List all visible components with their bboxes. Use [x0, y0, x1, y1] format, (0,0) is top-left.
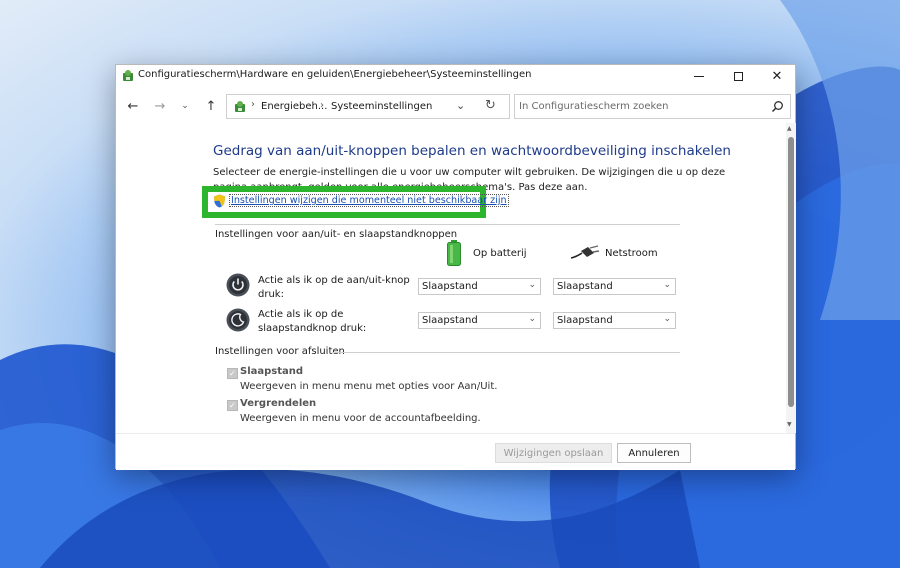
breadcrumb-system-settings[interactable]: Systeeminstellingen: [331, 101, 432, 112]
arrow-left-icon: ←: [127, 98, 139, 114]
lock-option-title: Vergrendelen: [240, 398, 317, 409]
up-button[interactable]: ↑: [201, 97, 221, 115]
search-input[interactable]: In Configuratiescherm zoeken: [514, 94, 791, 119]
select-value: Slaapstand: [557, 315, 613, 326]
footer-bar: Wijzigingen opslaan Annuleren: [116, 433, 795, 470]
recent-locations-button[interactable]: ⌄: [175, 97, 195, 115]
select-value: Slaapstand: [422, 281, 478, 292]
breadcrumb-separator[interactable]: ›: [320, 100, 324, 111]
control-panel-window: Configuratiescherm\Hardware en geluiden\…: [115, 64, 796, 470]
minimize-button[interactable]: [680, 65, 718, 87]
section-heading-shutdown: Instellingen voor afsluiten: [215, 346, 345, 357]
section-heading-buttons: Instellingen voor aan/uit- en slaapstand…: [215, 229, 458, 240]
control-panel-icon: [123, 70, 133, 81]
main-content: Gedrag van aan/uit-knoppen bepalen en wa…: [116, 123, 786, 433]
breadcrumb-separator[interactable]: ›: [251, 99, 255, 110]
sleep-button-mains-select[interactable]: Slaapstand ⌄: [553, 312, 676, 329]
refresh-icon[interactable]: ↻: [485, 98, 496, 113]
close-button[interactable]: ✕: [758, 65, 796, 87]
sleep-option-description: Weergeven in menu menu met opties voor A…: [240, 381, 498, 392]
maximize-button[interactable]: [719, 65, 757, 87]
maximize-icon: [733, 71, 743, 81]
checkmark-icon: ✓: [229, 369, 236, 378]
scroll-down-icon[interactable]: ▼: [787, 421, 792, 428]
control-panel-icon: [235, 101, 245, 112]
sleep-button-icon: [226, 308, 250, 332]
sleep-button-action-label: Actie als ik op de slaapstandknop druk:: [258, 309, 367, 334]
column-plugged-in: Netstroom: [605, 248, 658, 259]
close-icon: ✕: [771, 68, 783, 84]
uac-shield-icon: [214, 194, 225, 208]
select-value: Slaapstand: [557, 281, 613, 292]
breadcrumb-power-options[interactable]: Energiebeh...: [261, 101, 327, 112]
title-bar: Configuratiescherm\Hardware en geluiden\…: [116, 65, 795, 87]
back-button[interactable]: ←: [123, 97, 143, 115]
power-button-icon: [226, 273, 250, 297]
power-button-mains-select[interactable]: Slaapstand ⌄: [553, 278, 676, 295]
save-changes-button[interactable]: Wijzigingen opslaan: [495, 443, 612, 463]
search-icon[interactable]: [771, 100, 784, 113]
cancel-button[interactable]: Annuleren: [617, 443, 691, 463]
scroll-up-icon[interactable]: ▲: [787, 125, 792, 132]
sleep-button-battery-select[interactable]: Slaapstand ⌄: [418, 312, 541, 329]
chevron-down-icon: ⌄: [528, 280, 536, 290]
vertical-scrollbar[interactable]: ▲ ▼: [786, 123, 796, 433]
forward-button[interactable]: →: [150, 97, 170, 115]
page-title: Gedrag van aan/uit-knoppen bepalen en wa…: [213, 143, 731, 159]
column-on-battery: Op batterij: [473, 248, 527, 259]
power-button-battery-select[interactable]: Slaapstand ⌄: [418, 278, 541, 295]
search-placeholder: In Configuratiescherm zoeken: [519, 101, 669, 112]
change-unavailable-settings-link[interactable]: Instellingen wijzigen die momenteel niet…: [229, 194, 509, 207]
sleep-option-title: Slaapstand: [240, 366, 304, 377]
battery-icon: [447, 240, 461, 266]
lock-option-description: Weergeven in menu voor de accountafbeeld…: [240, 413, 481, 424]
chevron-down-icon: ⌄: [181, 101, 189, 111]
chevron-down-icon: ⌄: [663, 314, 671, 324]
checkmark-icon: ✓: [229, 401, 236, 410]
lock-option-checkbox[interactable]: ✓: [227, 400, 238, 411]
minimize-icon: [694, 75, 704, 77]
select-value: Slaapstand: [422, 315, 478, 326]
address-dropdown-icon[interactable]: ⌄: [456, 99, 465, 112]
arrow-up-icon: ↑: [205, 98, 217, 114]
power-plug-icon: [570, 245, 600, 259]
sleep-option-checkbox[interactable]: ✓: [227, 368, 238, 379]
arrow-right-icon: →: [154, 98, 166, 114]
power-button-action-label: Actie als ik op de aan/uit-knop druk:: [258, 275, 410, 300]
divider: [332, 352, 680, 353]
description-line: Selecteer de energie-instellingen die u …: [213, 167, 726, 178]
navigation-bar: ← → ⌄ ↑ › Energiebeh... › Systeeminstell…: [116, 91, 795, 121]
chevron-down-icon: ⌄: [528, 314, 536, 324]
divider: [215, 224, 680, 225]
chevron-down-icon: ⌄: [663, 280, 671, 290]
scroll-thumb[interactable]: [788, 137, 794, 407]
address-bar[interactable]: › Energiebeh... › Systeeminstellingen ⌄ …: [226, 94, 510, 119]
window-title: Configuratiescherm\Hardware en geluiden\…: [138, 69, 532, 80]
